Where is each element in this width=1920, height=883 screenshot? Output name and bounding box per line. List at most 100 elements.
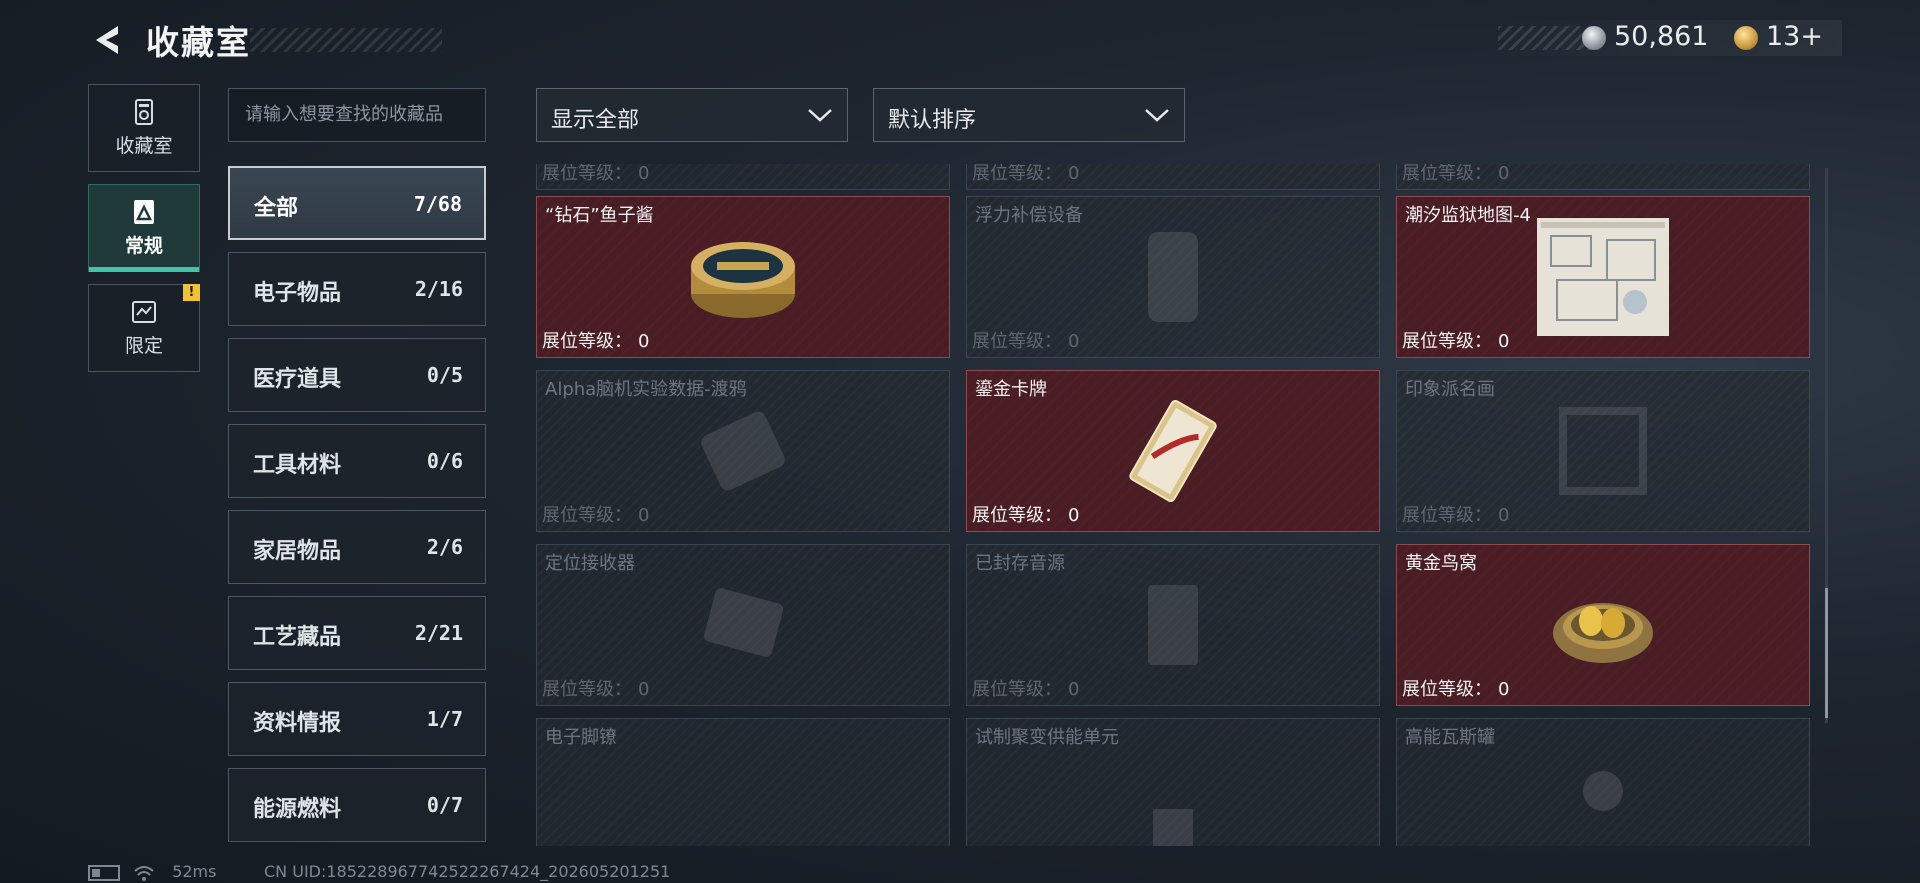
page-title: 收藏室 [146, 23, 251, 62]
silver-coin-icon [1582, 26, 1606, 50]
warning-badge: ! [183, 284, 200, 301]
gilded-card-icon [1129, 399, 1217, 503]
card-name: 潮汐监狱地图-4 [1405, 205, 1531, 226]
side-tab-collection-room[interactable]: 收藏室 [88, 84, 200, 172]
category-name: 全部 [254, 196, 299, 221]
limited-icon [132, 301, 156, 323]
collection-card-gas-canister[interactable]: 高能瓦斯罐 [1396, 718, 1810, 846]
display-filter-dropdown[interactable]: 显示全部 [536, 88, 848, 142]
collection-card-painting[interactable]: 印象派名画 展位等级： 0 [1396, 370, 1810, 532]
booth-level: 展位等级： 0 [1402, 164, 1510, 184]
collection-card-prison-map[interactable]: 潮汐监狱地图-4 展位等级： 0 [1396, 196, 1810, 358]
collection-card-audio-source[interactable]: 已封存音源 展位等级： 0 [966, 544, 1380, 706]
side-tab-label: 常规 [124, 235, 163, 257]
wifi-icon [134, 865, 154, 881]
category-household[interactable]: 家居物品 2/6 [228, 510, 486, 584]
category-energy[interactable]: 能源燃料 0/7 [228, 768, 486, 842]
category-count: 2/16 [414, 277, 463, 301]
booth-level: 展位等级： 0 [542, 505, 650, 526]
collection-card-buoyancy-device[interactable]: 浮力补偿设备 展位等级： 0 [966, 196, 1380, 358]
currency-decoration [1498, 26, 1594, 50]
fusion-unit-icon [1153, 809, 1193, 846]
collection-card[interactable]: 展位等级： 0 [1396, 164, 1810, 190]
title-decoration [250, 28, 442, 52]
gold-currency-value[interactable]: 13+ [1766, 21, 1823, 52]
scrollbar-thumb[interactable] [1825, 588, 1828, 718]
sort-dropdown[interactable]: 默认排序 [873, 88, 1185, 142]
booth-level: 展位等级： 0 [1402, 331, 1510, 352]
user-uid: CN UID:18522896774252226742​4_2026052012… [264, 862, 671, 881]
prison-map-icon [1537, 218, 1669, 336]
collection-card-receiver[interactable]: 定位接收器 展位等级： 0 [536, 544, 950, 706]
collection-card-fusion-unit[interactable]: 试制聚变供能单元 [966, 718, 1380, 846]
card-name: 已封存音源 [975, 553, 1065, 574]
side-tab-label: 限定 [124, 335, 163, 357]
chevron-down-icon [808, 109, 832, 122]
category-medical[interactable]: 医疗道具 0/5 [228, 338, 486, 412]
collection-card-ankle-monitor[interactable]: 电子脚镣 [536, 718, 950, 846]
sort-label: 默认排序 [888, 108, 977, 133]
grid-scrollbar[interactable] [1825, 168, 1828, 723]
category-tools[interactable]: 工具材料 0/6 [228, 424, 486, 498]
card-name: 试制聚变供能单元 [975, 727, 1119, 748]
category-name: 资料情报 [253, 711, 342, 736]
booth-level: 展位等级： 0 [972, 331, 1080, 352]
category-count: 0/6 [426, 449, 463, 473]
category-intel[interactable]: 资料情报 1/7 [228, 682, 486, 756]
caviar-icon [691, 242, 795, 318]
display-filter-label: 显示全部 [551, 108, 640, 133]
back-button[interactable] [88, 20, 128, 60]
category-name: 电子物品 [253, 281, 342, 306]
category-all[interactable]: 全部 7/68 [228, 166, 486, 240]
search-input[interactable]: 请输入想要查找的收藏品 [228, 88, 486, 142]
buoyancy-device-icon [1148, 232, 1198, 322]
category-count: 2/6 [426, 535, 463, 559]
card-name: 印象派名画 [1405, 379, 1495, 400]
category-count: 7/68 [413, 192, 462, 216]
battery-icon [88, 864, 120, 881]
category-name: 能源燃料 [253, 797, 342, 822]
card-name: 高能瓦斯罐 [1405, 727, 1495, 748]
silver-currency-value: 50,861 [1614, 21, 1709, 52]
receiver-icon [704, 588, 784, 657]
collection-card-caviar[interactable]: “钻石”鱼子酱 展位等级： 0 [536, 196, 950, 358]
collection-room-icon [135, 99, 153, 125]
category-count: 0/5 [426, 363, 463, 387]
collection-card-golden-nest[interactable]: 黄金鸟窝 展位等级： 0 [1396, 544, 1810, 706]
card-name: 定位接收器 [545, 553, 635, 574]
booth-level: 展位等级： 0 [972, 505, 1080, 526]
category-name: 医疗道具 [253, 367, 342, 392]
collection-card-brain-data[interactable]: Alpha脑机实验数据-渡鸦 展位等级： 0 [536, 370, 950, 532]
card-name: 电子脚镣 [545, 727, 617, 748]
collection-card-gilded-card[interactable]: 鎏金卡牌 展位等级： 0 [966, 370, 1380, 532]
category-count: 0/7 [426, 793, 463, 817]
category-crafts[interactable]: 工艺藏品 2/21 [228, 596, 486, 670]
collection-grid: 展位等级： 0 展位等级： 0 展位等级： 0 “钻石”鱼子酱 展位等级： 0 浮力补偿… [536, 164, 1810, 846]
category-name: 工艺藏品 [253, 625, 342, 650]
gas-canister-icon [1583, 771, 1623, 811]
golden-nest-icon [1553, 603, 1653, 663]
card-name: 黄金鸟窝 [1405, 553, 1477, 574]
gold-coin-icon [1734, 26, 1758, 50]
category-count: 1/7 [426, 707, 463, 731]
side-tab-regular[interactable]: 常规 [88, 184, 200, 272]
category-name: 家居物品 [253, 539, 342, 564]
booth-level: 展位等级： 0 [542, 331, 650, 352]
top-bar: 收藏室 50,861 13+ [0, 0, 1920, 80]
booth-level: 展位等级： 0 [1402, 505, 1510, 526]
booth-level: 展位等级： 0 [1402, 679, 1510, 700]
ping-value: 52ms [172, 862, 217, 881]
collection-card[interactable]: 展位等级： 0 [536, 164, 950, 190]
side-tab-label: 收藏室 [115, 135, 173, 157]
audio-source-icon [1148, 585, 1198, 665]
back-arrow-icon [96, 26, 118, 54]
painting-icon [1559, 407, 1647, 495]
collection-card[interactable]: 展位等级： 0 [966, 164, 1380, 190]
category-electronics[interactable]: 电子物品 2/16 [228, 252, 486, 326]
category-name: 工具材料 [253, 453, 342, 478]
card-name: “钻石”鱼子酱 [545, 205, 654, 226]
brain-data-icon [701, 411, 785, 491]
side-tab-limited[interactable]: 限定 ! [88, 284, 200, 372]
card-name: Alpha脑机实验数据-渡鸦 [545, 379, 747, 400]
status-footer: 52ms CN UID:18522896774252226742​4_20260… [88, 862, 670, 882]
